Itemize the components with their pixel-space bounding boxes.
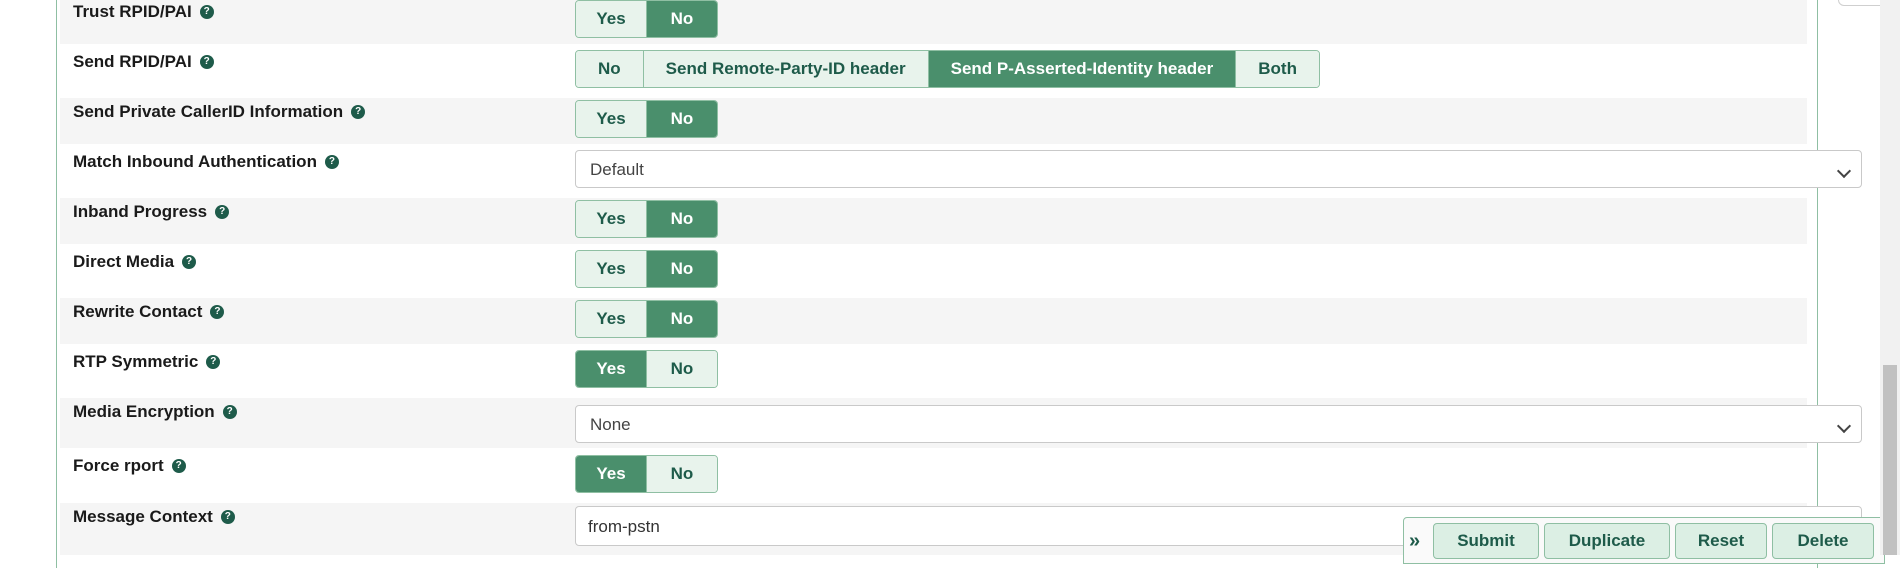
vertical-scrollbar[interactable]: [1880, 0, 1900, 555]
row-match-inbound-auth: Match Inbound Authentication? Default: [60, 148, 1862, 194]
help-icon[interactable]: ?: [206, 355, 221, 369]
duplicate-button[interactable]: Duplicate: [1544, 523, 1670, 559]
field-label: Direct Media?: [73, 252, 197, 272]
row-force-rport: Force rport? Yes No: [60, 452, 1807, 498]
option-no[interactable]: No: [576, 51, 644, 87]
toggle-rtp-symmetric[interactable]: Yes No: [575, 350, 718, 388]
field-label: Match Inbound Authentication?: [73, 152, 339, 172]
field-label: Message Context?: [73, 507, 235, 527]
row-inband-progress: Inband Progress? Yes No: [60, 198, 1807, 244]
option-no[interactable]: No: [647, 351, 717, 387]
field-label-text: Media Encryption: [73, 402, 215, 421]
row-trust-rpid-pai: Trust RPID/PAI? Yes No: [60, 0, 1807, 44]
help-icon[interactable]: ?: [215, 205, 230, 219]
scrollbar-thumb[interactable]: [1883, 365, 1897, 555]
chevron-down-icon: [1836, 418, 1852, 434]
field-label: Trust RPID/PAI?: [73, 2, 214, 22]
help-icon[interactable]: ?: [220, 510, 235, 524]
option-yes[interactable]: Yes: [576, 251, 647, 287]
field-label: RTP Symmetric?: [73, 352, 221, 372]
option-yes[interactable]: Yes: [576, 456, 647, 492]
field-label-text: Force rport: [73, 456, 164, 475]
option-yes[interactable]: Yes: [576, 301, 647, 337]
help-icon[interactable]: ?: [210, 305, 225, 319]
help-icon[interactable]: ?: [324, 155, 339, 169]
select-match-inbound-auth[interactable]: Default: [575, 150, 1862, 188]
row-media-encryption: Media Encryption? None: [60, 398, 1862, 448]
select-value: Default: [590, 160, 644, 179]
field-label-text: Rewrite Contact: [73, 302, 203, 321]
help-icon[interactable]: ?: [199, 5, 214, 19]
row-rtp-symmetric: RTP Symmetric? Yes No: [60, 348, 1807, 394]
field-label-text: Message Context: [73, 507, 213, 526]
field-label-text: Send RPID/PAI: [73, 52, 192, 71]
option-send-remote-party-id[interactable]: Send Remote-Party-ID header: [643, 51, 929, 87]
toggle-send-private-callerid[interactable]: Yes No: [575, 100, 718, 138]
chevron-down-icon: [1836, 163, 1852, 179]
toggle-force-rport[interactable]: Yes No: [575, 455, 718, 493]
row-rewrite-contact: Rewrite Contact? Yes No: [60, 298, 1807, 344]
field-label: Force rport?: [73, 456, 186, 476]
row-send-rpid-pai: Send RPID/PAI? No Send Remote-Party-ID h…: [60, 48, 1807, 94]
field-label: Rewrite Contact?: [73, 302, 225, 322]
option-no[interactable]: No: [647, 251, 717, 287]
option-no[interactable]: No: [647, 201, 717, 237]
option-yes[interactable]: Yes: [576, 351, 647, 387]
option-yes[interactable]: Yes: [576, 201, 647, 237]
toggle-inband-progress[interactable]: Yes No: [575, 200, 718, 238]
field-label: Send Private CallerID Information?: [73, 102, 366, 122]
submit-button[interactable]: Submit: [1433, 523, 1539, 559]
field-label-text: Send Private CallerID Information: [73, 102, 344, 121]
field-label: Send RPID/PAI?: [73, 52, 214, 72]
segmented-send-rpid-pai[interactable]: No Send Remote-Party-ID header Send P-As…: [575, 50, 1320, 88]
select-value: None: [590, 415, 631, 434]
option-yes[interactable]: Yes: [576, 1, 647, 37]
option-no[interactable]: No: [647, 301, 717, 337]
help-icon[interactable]: ?: [199, 55, 214, 69]
reset-button[interactable]: Reset: [1675, 523, 1767, 559]
field-label-text: RTP Symmetric: [73, 352, 199, 371]
help-icon[interactable]: ?: [171, 459, 186, 473]
row-direct-media: Direct Media? Yes No: [60, 248, 1807, 294]
toggle-direct-media[interactable]: Yes No: [575, 250, 718, 288]
option-no[interactable]: No: [647, 1, 717, 37]
option-yes[interactable]: Yes: [576, 101, 647, 137]
option-no[interactable]: No: [647, 456, 717, 492]
field-label-text: Match Inbound Authentication: [73, 152, 317, 171]
help-icon[interactable]: ?: [222, 405, 237, 419]
help-icon[interactable]: ?: [182, 255, 197, 269]
select-media-encryption[interactable]: None: [575, 405, 1862, 443]
field-label-text: Trust RPID/PAI: [73, 2, 192, 21]
collapse-icon[interactable]: »: [1409, 530, 1420, 553]
field-label-text: Direct Media: [73, 252, 175, 271]
help-icon[interactable]: ?: [351, 105, 366, 119]
toggle-rewrite-contact[interactable]: Yes No: [575, 300, 718, 338]
option-no[interactable]: No: [647, 101, 717, 137]
field-label-text: Inband Progress: [73, 202, 208, 221]
toggle-trust-rpid-pai[interactable]: Yes No: [575, 0, 718, 38]
field-label: Media Encryption?: [73, 402, 237, 422]
option-send-p-asserted-identity[interactable]: Send P-Asserted-Identity header: [928, 51, 1237, 87]
delete-button[interactable]: Delete: [1772, 523, 1874, 559]
field-label: Inband Progress?: [73, 202, 230, 222]
option-both[interactable]: Both: [1236, 51, 1319, 87]
row-send-private-callerid: Send Private CallerID Information? Yes N…: [60, 98, 1807, 144]
